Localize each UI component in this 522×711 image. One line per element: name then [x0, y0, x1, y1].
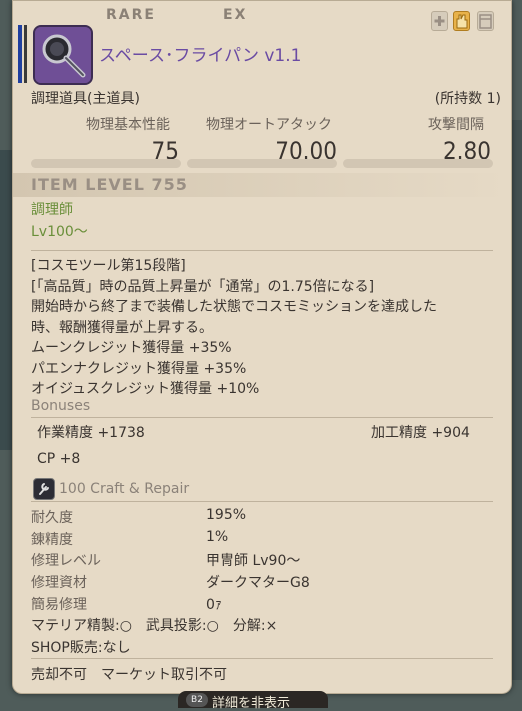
stat-label-auto-attack: 物理オートアタック: [206, 117, 332, 133]
repair-level-value: 甲冑師 Lv90～: [206, 553, 301, 569]
description-line: パエンナクレジット獲得量 +35%: [31, 360, 247, 377]
stat-bar-delay: [343, 159, 493, 168]
item-category: 調理道具(主道具): [31, 91, 140, 107]
item-tooltip: RARE EX スペース･フライパン v1.1 調理道具(主道具) (所持数 1…: [12, 0, 512, 694]
quick-repair-value: 0ｧ: [206, 597, 222, 613]
item-level: ITEM LEVEL 755: [31, 175, 188, 194]
description-line: ムーンクレジット獲得量 +35%: [31, 340, 232, 356]
stat-bar-physical-damage: [31, 159, 181, 168]
stat-label-physical-damage: 物理基本性能: [86, 117, 170, 133]
repair-material-label: 修理資材: [31, 575, 87, 591]
frying-pan-icon: [33, 25, 93, 85]
armoire-icon[interactable]: [477, 11, 494, 31]
b2-button-icon[interactable]: B2: [186, 693, 208, 707]
background-scenery-left: [0, 150, 12, 450]
rarity-ex-label: EX: [223, 7, 248, 23]
gear-stripe-secondary: [24, 25, 27, 83]
craft-repair-heading: 100 Craft & Repair: [59, 481, 190, 497]
glamour-hand-icon[interactable]: [453, 11, 470, 31]
trade-restrictions: 売却不可 マーケット取引不可: [31, 667, 227, 683]
materia-glamour-desynth: マテリア精製:○ 武具投影:○ 分解:×: [31, 618, 278, 634]
hide-details-label[interactable]: 詳細を非表示: [212, 692, 290, 711]
repair-material-value: ダークマターG8: [206, 575, 310, 591]
bonus-cp: CP +8: [37, 451, 81, 467]
divider: [31, 250, 493, 251]
rarity-label: RARE: [106, 7, 156, 23]
job-class: 調理師: [31, 202, 73, 218]
shop-sale: SHOP販売:なし: [31, 640, 131, 656]
item-description: [コスモツール第15段階] [「高品質」時の品質上昇量が「通常」の1.75倍にな…: [31, 256, 437, 400]
spiritbond-value: 1%: [206, 529, 229, 545]
description-line: オイジュスクレジット獲得量 +10%: [31, 381, 260, 397]
durability-value: 195%: [206, 507, 247, 523]
repair-level-label: 修理レベル: [31, 553, 101, 569]
quick-repair-label: 簡易修理: [31, 597, 87, 613]
item-name: スペース･フライパン v1.1: [99, 46, 302, 66]
description-line: [コスモツール第15段階]: [31, 258, 186, 274]
description-line: 時、報酬獲得量が上昇する。: [31, 319, 213, 336]
description-line: [「高品質」時の品質上昇量が「通常」の1.75倍になる]: [31, 278, 375, 295]
description-line: 開始時から終了まで装備した状態でコスモミッションを達成した: [31, 299, 437, 315]
stat-label-delay: 攻撃間隔: [428, 117, 484, 133]
gear-stripe: [18, 25, 22, 83]
repair-icon: [33, 478, 55, 500]
durability-label: 耐久度: [31, 510, 73, 526]
bonus-craftsmanship: 作業精度 +1738: [37, 425, 145, 441]
bonus-control: 加工精度 +904: [371, 425, 470, 441]
divider: [31, 658, 493, 659]
equip-level: Lv100～: [31, 224, 88, 240]
owned-count: (所持数 1): [434, 91, 501, 107]
divider: [31, 501, 493, 502]
stat-bar-auto-attack: [187, 159, 337, 168]
add-icon[interactable]: [431, 11, 448, 31]
spiritbond-label: 錬精度: [31, 532, 73, 548]
divider: [31, 417, 493, 418]
bonuses-heading: Bonuses: [31, 398, 91, 414]
